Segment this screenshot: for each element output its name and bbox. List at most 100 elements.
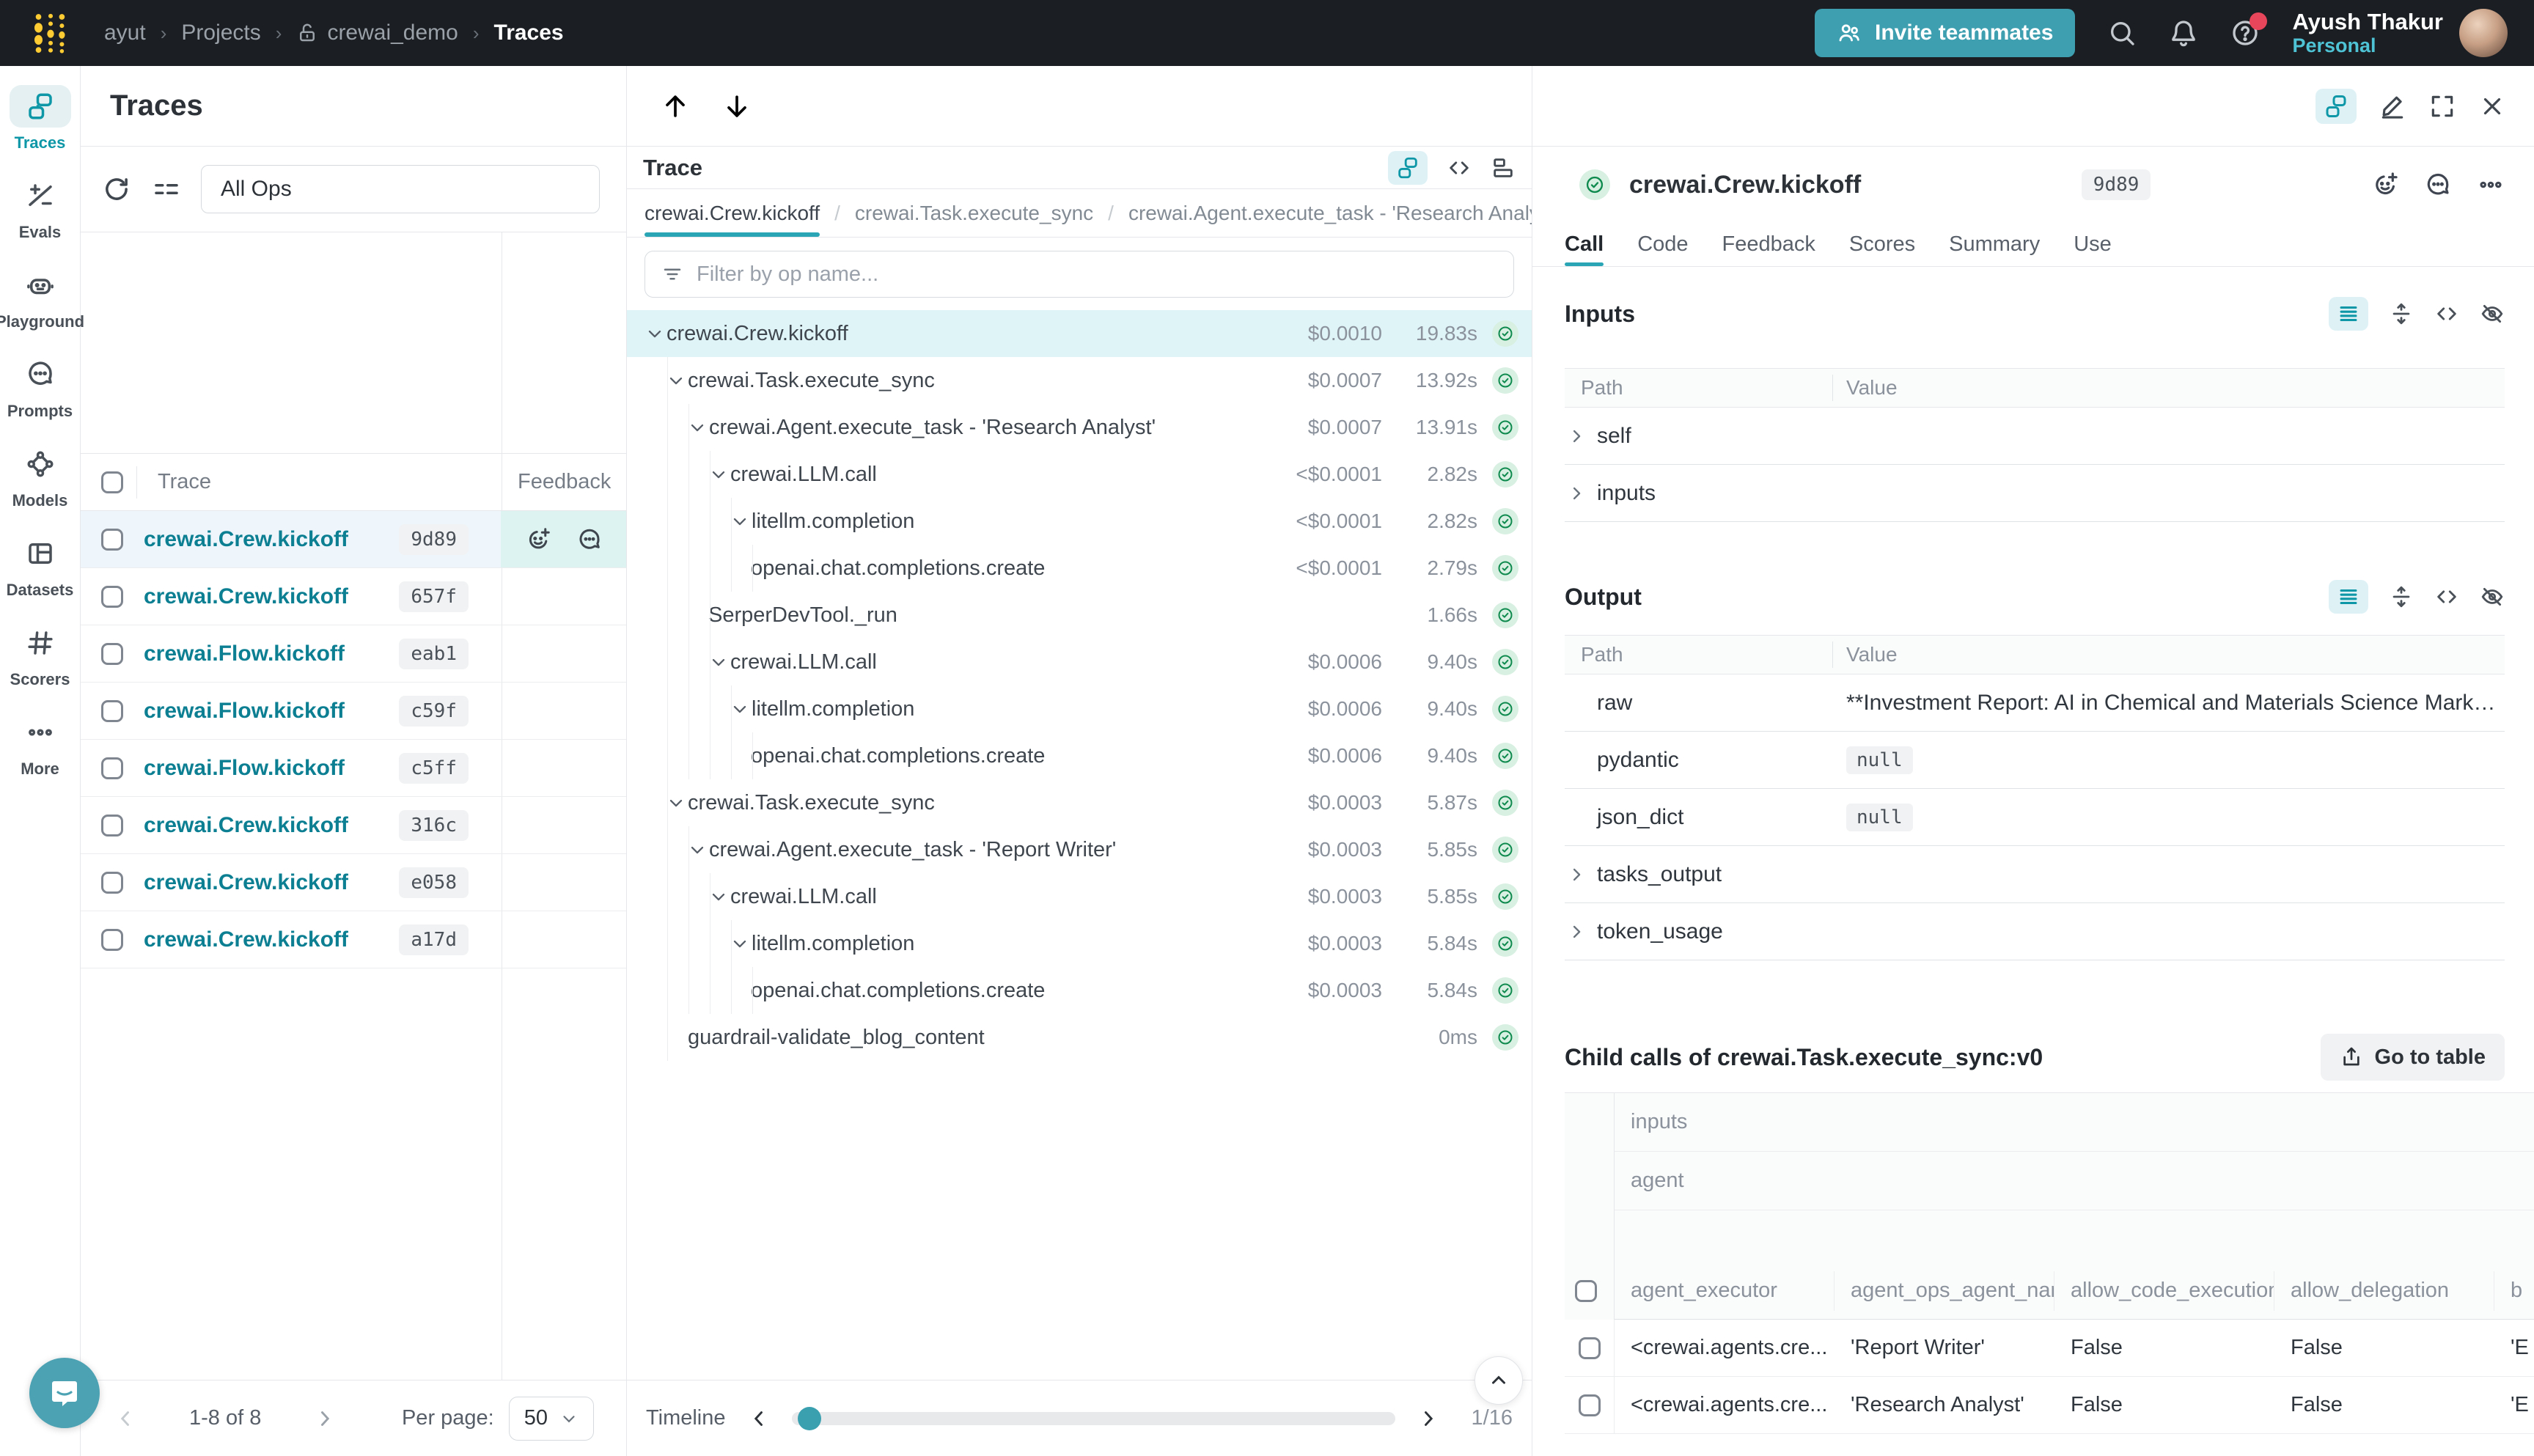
select-all-checkbox[interactable]	[101, 471, 123, 493]
call-tree-row[interactable]: litellm.completion$0.00035.84s	[627, 920, 1532, 967]
column-header[interactable]: allow_delegation	[2274, 1271, 2494, 1311]
trace-name-link[interactable]: crewai.Flow.kickoff	[144, 641, 345, 666]
expand-chevron-icon[interactable]	[1565, 426, 1597, 446]
tab-use[interactable]: Use	[2074, 223, 2112, 266]
sidebar-item-playground[interactable]: Playground	[0, 264, 81, 331]
call-tree-row[interactable]: crewai.LLM.call$0.00035.85s	[627, 873, 1532, 920]
column-settings-button[interactable]	[151, 174, 182, 205]
expand-rows-button[interactable]	[2389, 584, 2414, 609]
tab-call[interactable]: Call	[1565, 223, 1604, 266]
next-page-icon[interactable]	[312, 1406, 337, 1431]
call-tree-row[interactable]: openai.chat.completions.create$0.00069.4…	[627, 732, 1532, 779]
breadcrumb-project[interactable]: crewai_demo	[296, 21, 458, 45]
add-reaction-button[interactable]	[2371, 171, 2399, 199]
trace-list-row[interactable]: crewai.Flow.kickoffc59f	[81, 683, 626, 740]
notifications-bell-icon[interactable]	[2169, 18, 2198, 48]
chat-widget-button[interactable]	[29, 1358, 100, 1428]
trace-list-row[interactable]: crewai.Crew.kickoffa17d	[81, 911, 626, 968]
row-checkbox[interactable]	[101, 700, 123, 722]
op-filter-input[interactable]	[697, 262, 1497, 287]
row-checkbox[interactable]	[101, 643, 123, 665]
trace-name-link[interactable]: crewai.Flow.kickoff	[144, 699, 345, 724]
expand-rows-button[interactable]	[2389, 301, 2414, 326]
trace-list-row[interactable]: crewai.Crew.kickoff657f	[81, 568, 626, 625]
list-view-toggle[interactable]	[2329, 580, 2368, 614]
tab-summary[interactable]: Summary	[1949, 223, 2040, 266]
sidebar-item-more[interactable]: More	[0, 711, 81, 779]
list-view-toggle[interactable]	[2329, 297, 2368, 331]
call-tree-row[interactable]: openai.chat.completions.create$0.00035.8…	[627, 967, 1532, 1014]
tab-code[interactable]: Code	[1637, 223, 1688, 266]
go-to-table-button[interactable]: Go to table	[2321, 1034, 2505, 1081]
expand-chevron-icon[interactable]	[644, 323, 666, 344]
expand-chevron-icon[interactable]	[687, 417, 709, 438]
invite-teammates-button[interactable]: Invite teammates	[1815, 9, 2075, 57]
trace-list-row[interactable]: crewai.Crew.kickoff316c	[81, 797, 626, 854]
more-actions-button[interactable]	[2477, 171, 2505, 199]
breadcrumb-entity[interactable]: ayut	[104, 21, 146, 45]
scroll-to-top-button[interactable]	[1475, 1356, 1523, 1405]
expand-chevron-icon[interactable]	[666, 793, 688, 813]
next-call-button[interactable]	[721, 90, 753, 122]
row-checkbox[interactable]	[101, 929, 123, 951]
sidebar-item-prompts[interactable]: Prompts	[0, 353, 81, 421]
call-tree-row[interactable]: crewai.LLM.call<$0.00012.82s	[627, 451, 1532, 498]
close-panel-button[interactable]	[2478, 92, 2506, 120]
edit-button[interactable]	[2379, 92, 2406, 120]
expand-chevron-icon[interactable]	[666, 370, 688, 391]
child-call-row[interactable]: <crewai.agents.cre...'Research Analyst'F…	[1565, 1377, 2534, 1434]
expand-chevron-icon[interactable]	[708, 464, 730, 485]
row-checkbox[interactable]	[101, 586, 123, 608]
path-tab[interactable]: crewai.Crew.kickoff	[644, 189, 820, 237]
timeline-slider[interactable]	[792, 1412, 1395, 1425]
detail-tree-toggle[interactable]	[2316, 89, 2357, 124]
path-value-row[interactable]: self	[1565, 408, 2505, 465]
trace-list-row[interactable]: crewai.Flow.kickoffc5ff	[81, 740, 626, 797]
expand-chevron-icon[interactable]	[1565, 922, 1597, 942]
breadcrumb-page[interactable]: Traces	[494, 21, 564, 45]
refresh-button[interactable]	[101, 174, 132, 205]
expand-chevron-icon[interactable]	[708, 652, 730, 672]
child-call-row[interactable]: <crewai.agents.cre...'Report Writer'Fals…	[1565, 1320, 2534, 1377]
trace-name-link[interactable]: crewai.Crew.kickoff	[144, 870, 348, 895]
tree-view-toggle[interactable]	[1388, 151, 1428, 185]
expand-chevron-icon[interactable]	[730, 511, 752, 532]
user-menu[interactable]: Ayush Thakur Personal	[2292, 9, 2508, 58]
prev-page-icon[interactable]	[113, 1406, 138, 1431]
row-checkbox[interactable]	[101, 529, 123, 551]
sidebar-item-traces[interactable]: Traces	[0, 85, 81, 152]
hide-values-button[interactable]	[2480, 584, 2505, 609]
column-header[interactable]: b	[2494, 1271, 2534, 1311]
timeline-slider-handle[interactable]	[798, 1407, 821, 1430]
call-tree-row[interactable]: SerperDevTool._run1.66s	[627, 592, 1532, 639]
code-view-toggle[interactable]	[1447, 155, 1472, 180]
sidebar-item-scorers[interactable]: Scorers	[0, 622, 81, 689]
breadcrumb-projects[interactable]: Projects	[181, 21, 260, 45]
column-header[interactable]: agent_executor	[1615, 1271, 1835, 1311]
call-tree-row[interactable]: litellm.completion$0.00069.40s	[627, 685, 1532, 732]
per-page-select[interactable]: 50	[509, 1397, 594, 1441]
trace-list-row[interactable]: crewai.Crew.kickoffe058	[81, 854, 626, 911]
tab-scores[interactable]: Scores	[1849, 223, 1915, 266]
trace-name-link[interactable]: crewai.Crew.kickoff	[144, 527, 348, 552]
call-tree-row[interactable]: crewai.Agent.execute_task - 'Research An…	[627, 404, 1532, 451]
sidebar-item-evals[interactable]: Evals	[0, 174, 81, 242]
hide-values-button[interactable]	[2480, 301, 2505, 326]
ops-filter-select[interactable]: All Ops	[201, 165, 600, 213]
tab-feedback[interactable]: Feedback	[1722, 223, 1815, 266]
help-icon[interactable]	[2230, 18, 2260, 48]
trace-name-link[interactable]: crewai.Crew.kickoff	[144, 927, 348, 952]
row-checkbox[interactable]	[101, 757, 123, 779]
call-tree-row[interactable]: openai.chat.completions.create<$0.00012.…	[627, 545, 1532, 592]
call-tree-row[interactable]: crewai.Crew.kickoff$0.001019.83s	[627, 310, 1532, 357]
sidebar-item-datasets[interactable]: Datasets	[0, 532, 81, 600]
previous-call-button[interactable]	[659, 90, 691, 122]
row-checkbox[interactable]	[101, 872, 123, 894]
expand-chevron-icon[interactable]	[687, 839, 709, 860]
path-value-row[interactable]: token_usage	[1565, 903, 2505, 960]
row-checkbox[interactable]	[1579, 1394, 1601, 1416]
timeline-prev-icon[interactable]	[746, 1406, 771, 1431]
call-tree-row[interactable]: litellm.completion<$0.00012.82s	[627, 498, 1532, 545]
sidebar-item-models[interactable]: Models	[0, 443, 81, 510]
column-header[interactable]: agent_ops_agent_nan	[1835, 1271, 2054, 1311]
